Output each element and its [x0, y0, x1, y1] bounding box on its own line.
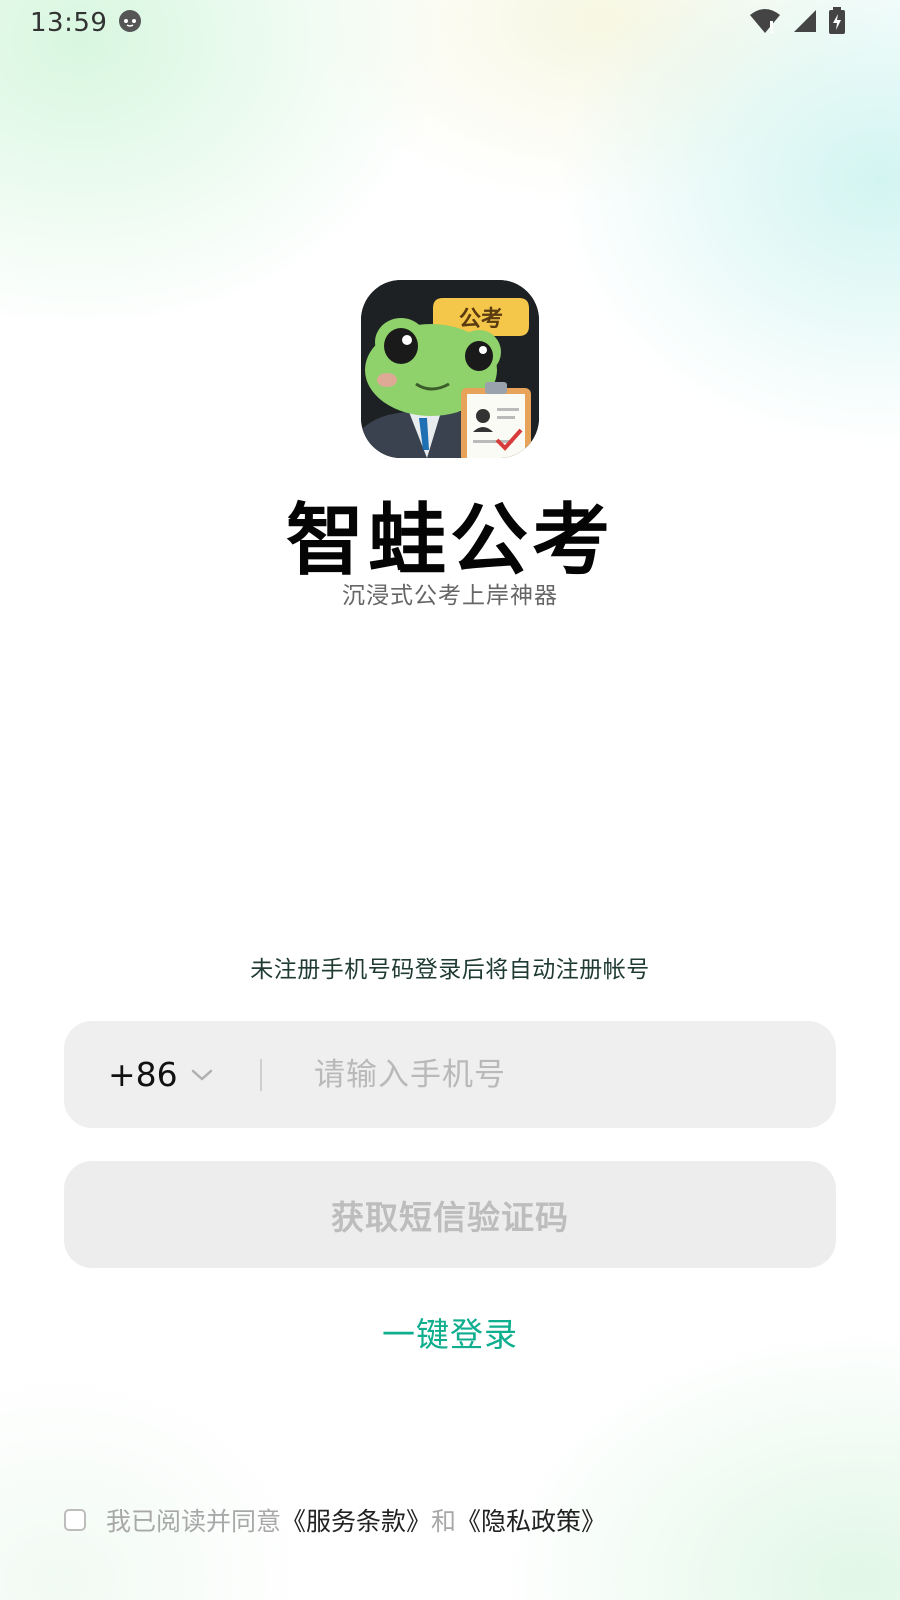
- logo-badge-text: 公考: [459, 307, 503, 332]
- wifi-icon: [748, 7, 782, 39]
- background-gradient: [0, 0, 900, 1600]
- auto-register-hint: 未注册手机号码登录后将自动注册帐号: [250, 957, 650, 983]
- status-left: 13:59: [30, 8, 143, 38]
- phone-input-row: +86: [64, 1021, 836, 1128]
- chevron-down-icon: [190, 1067, 214, 1083]
- agreement-row: 我已阅读并同意 《服务条款》 和 《隐私政策》: [64, 1502, 606, 1538]
- app-logo: 公考: [361, 280, 539, 458]
- terms-of-service-link[interactable]: 《服务条款》: [281, 1502, 431, 1538]
- status-right: [748, 7, 846, 39]
- get-sms-code-button[interactable]: 获取短信验证码: [64, 1161, 836, 1268]
- phone-number-input[interactable]: [312, 1055, 796, 1094]
- country-code-selector[interactable]: +86: [108, 1055, 248, 1094]
- status-time: 13:59: [30, 8, 108, 38]
- agreement-checkbox[interactable]: [64, 1509, 86, 1531]
- frog-mascot-logo: 公考: [361, 280, 539, 458]
- agreement-connector: 和: [431, 1507, 457, 1536]
- input-divider: [260, 1058, 262, 1091]
- app-subtitle: 沉浸式公考上岸神器: [342, 583, 558, 609]
- privacy-policy-link[interactable]: 《隐私政策》: [456, 1502, 606, 1538]
- country-code-label: +86: [108, 1055, 178, 1094]
- one-key-login-link[interactable]: 一键登录: [0, 1308, 900, 1356]
- battery-charging-icon: [828, 7, 846, 39]
- agreement-prefix: 我已阅读并同意: [106, 1507, 282, 1536]
- signal-icon: [792, 8, 818, 38]
- cat-notification-icon: [117, 8, 143, 38]
- app-title: 智蛙公考: [285, 496, 614, 586]
- status-bar: 13:59: [0, 0, 900, 46]
